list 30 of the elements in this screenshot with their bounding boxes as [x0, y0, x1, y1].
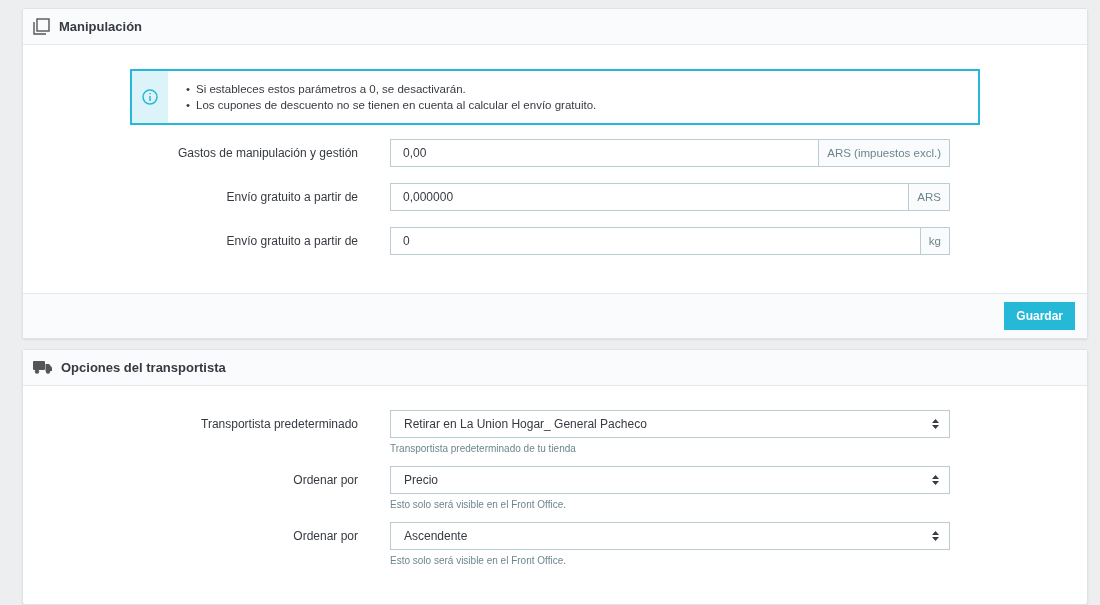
- help-text: Transportista predeterminado de tu tienda: [390, 443, 577, 454]
- sort-caret-icon: [932, 475, 939, 485]
- truck-icon: [33, 361, 52, 374]
- input-field[interactable]: 0,00: [390, 139, 820, 167]
- alert-text: Los cupones de descuento no se tienen en cuenta al calcular el envío gratuito.: [196, 99, 597, 111]
- panel-title: Manipulación: [59, 19, 143, 34]
- panel-title: Opciones del transportista: [61, 360, 226, 375]
- select-field[interactable]: Retirar en La Union Hogar_ General Pacheco: [390, 410, 950, 438]
- input-field[interactable]: 0: [390, 227, 921, 255]
- sort-caret-icon: [932, 419, 939, 429]
- bullet-mark: •: [186, 99, 191, 111]
- field-label: Envío gratuito a partir de: [225, 189, 359, 206]
- sort-caret-icon: [932, 531, 939, 541]
- field-label: Envío gratuito a partir de: [225, 233, 359, 250]
- bullet-mark: •: [186, 83, 191, 95]
- help-text: Esto solo será visible en el Front Office.: [390, 555, 567, 566]
- unit-addon: kg: [920, 227, 950, 255]
- field-label: Ordenar por: [292, 472, 359, 489]
- help-text: Esto solo será visible en el Front Office.: [390, 499, 567, 510]
- select-field[interactable]: Precio: [390, 466, 950, 494]
- select-field[interactable]: Ascendente: [390, 522, 950, 550]
- unit-addon: ARS: [909, 183, 950, 211]
- copy-icon: [33, 18, 50, 35]
- field-label: Transportista predeterminado: [200, 416, 359, 433]
- unit-addon: ARS (impuestos excl.): [819, 139, 950, 167]
- info-icon: [142, 89, 158, 105]
- input-field[interactable]: 0,000000: [390, 183, 910, 211]
- alert-text: Si estableces estos parámetros a 0, se desactivarán.: [196, 83, 466, 95]
- field-label: Gastos de manipulación y gestión: [176, 145, 359, 162]
- field-label: Ordenar por: [292, 528, 359, 545]
